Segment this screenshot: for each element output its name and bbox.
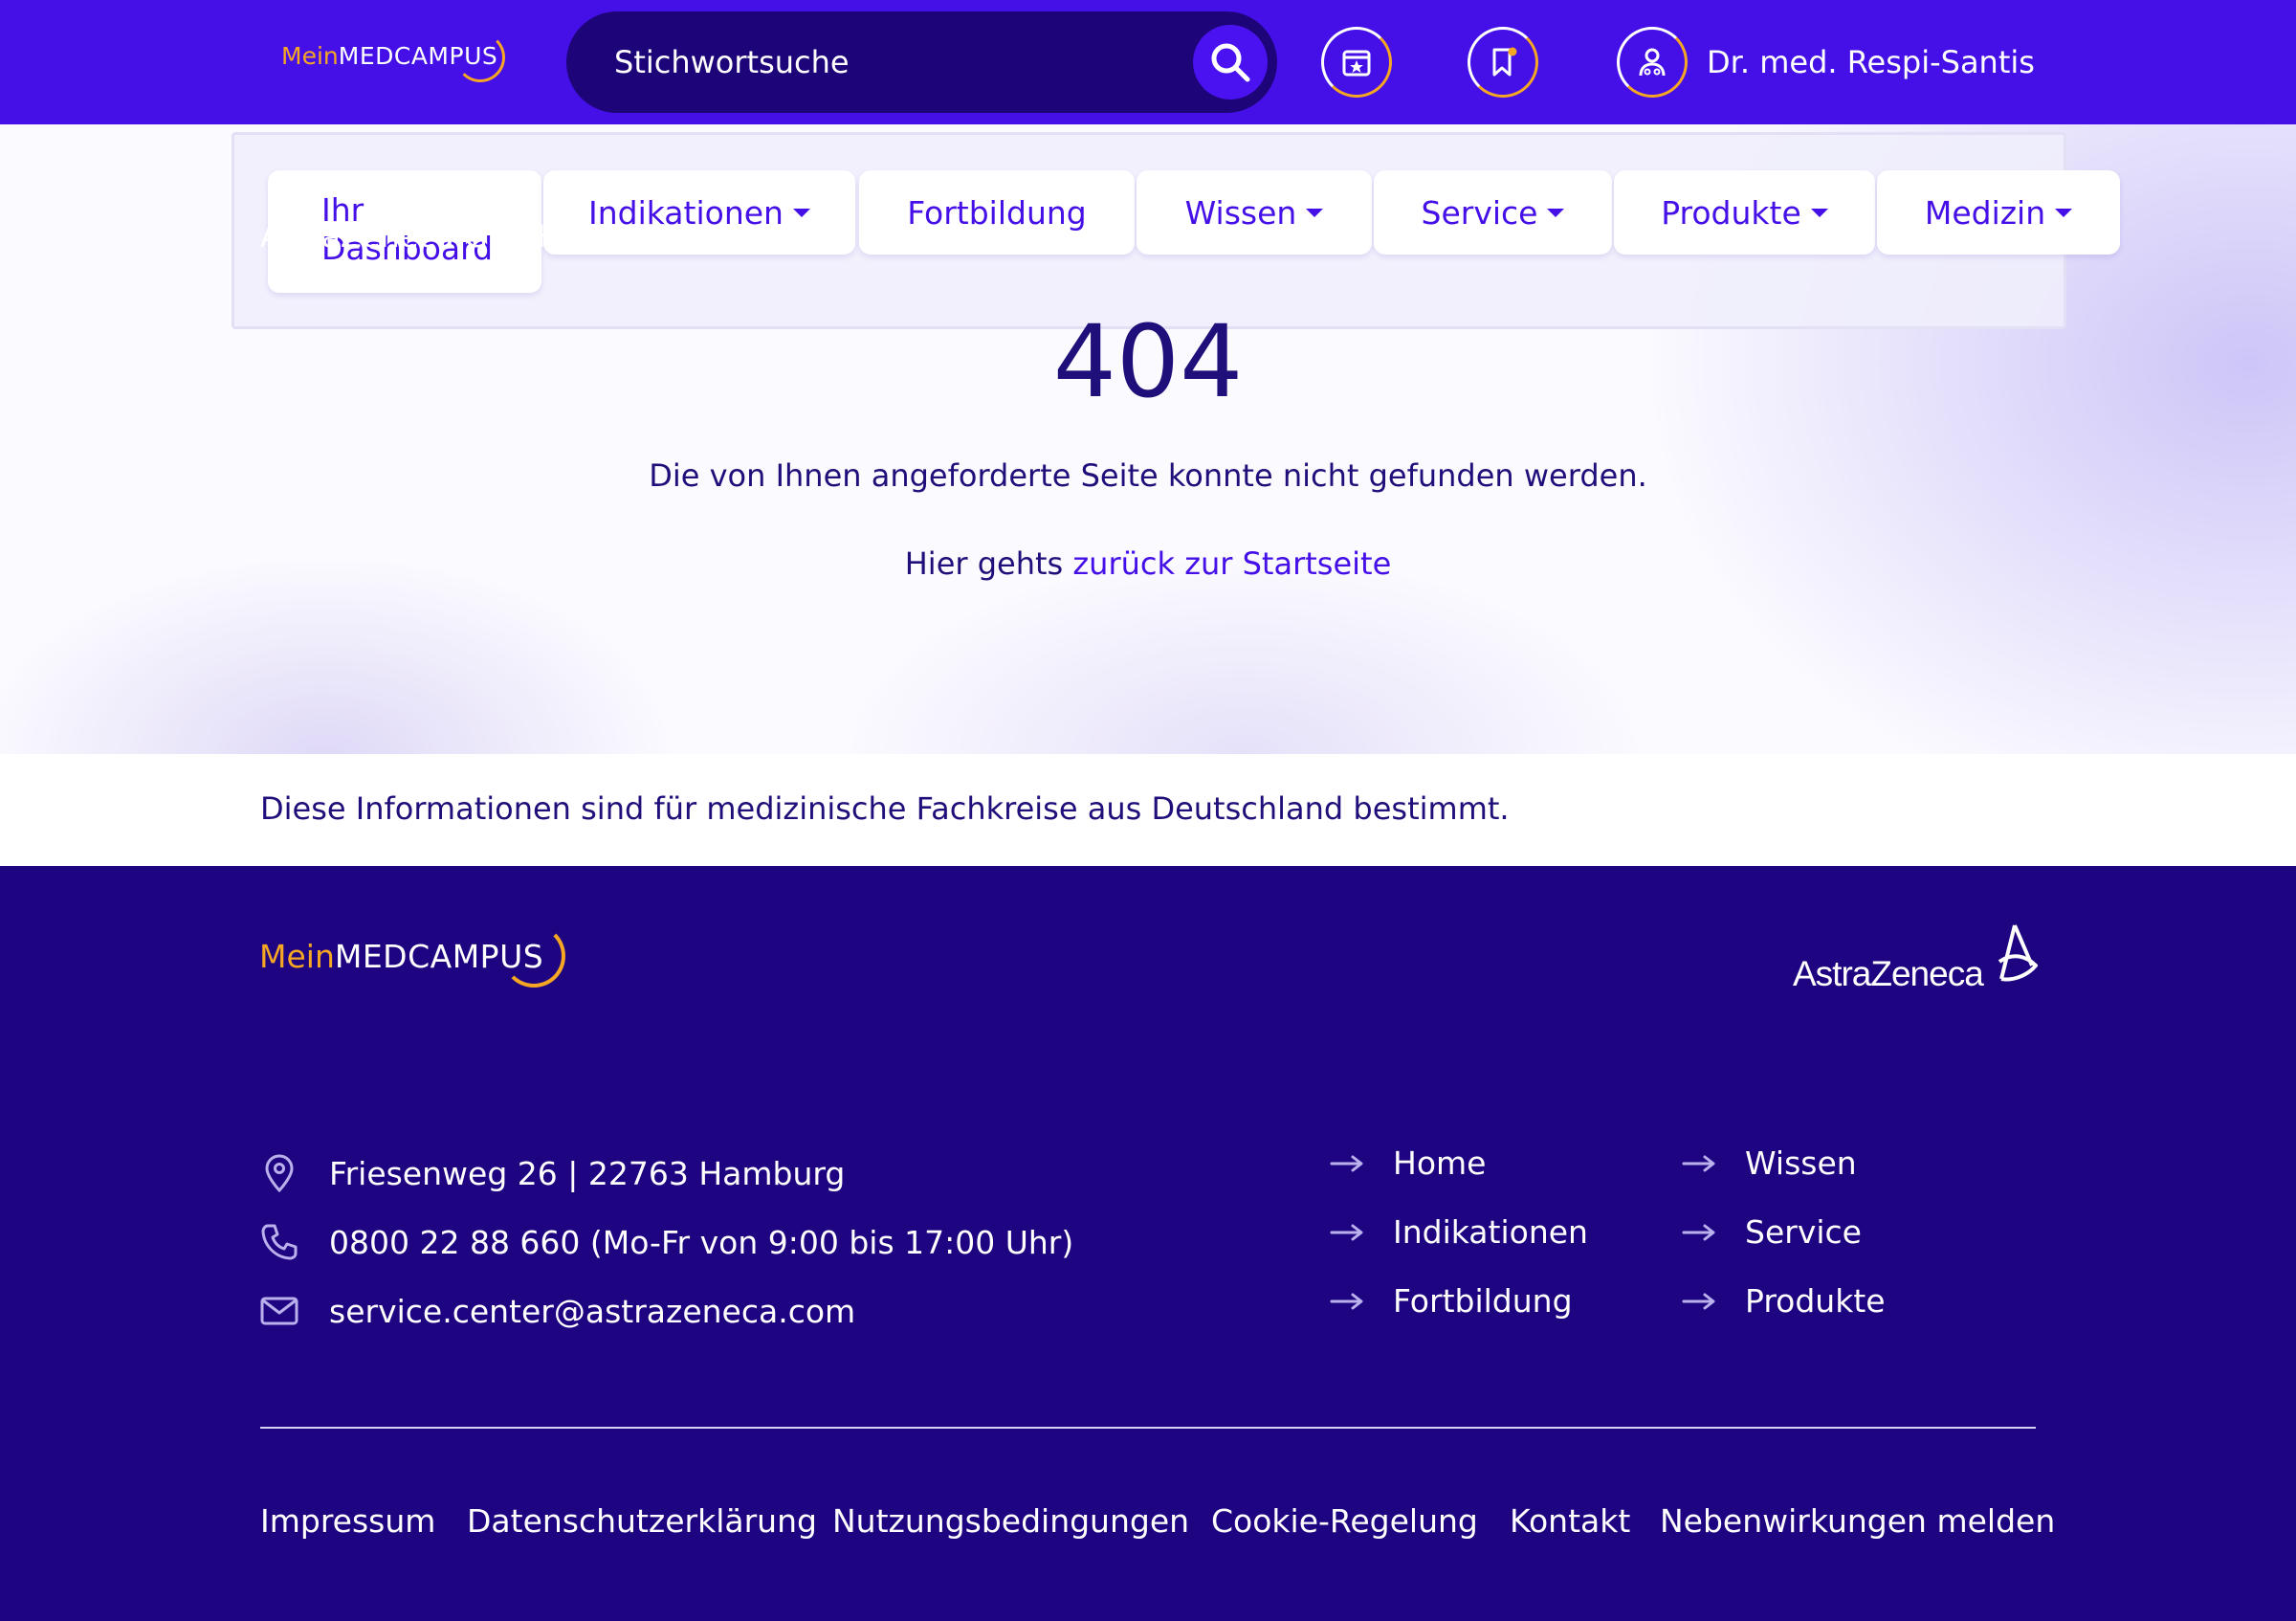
arrow-right-icon [1330, 1155, 1363, 1171]
phone-text: 0800 22 88 660 (Mo-Fr von 9:00 bis 17:00… [329, 1223, 1074, 1261]
caret-down-icon [2055, 208, 2073, 217]
footer-link-label: Home [1393, 1144, 1487, 1182]
arrow-right-icon [1682, 1224, 1715, 1240]
logo-arc [455, 33, 505, 82]
footer-logo[interactable]: Mein MEDCAMPUS [259, 924, 565, 988]
footer-link-label: Fortbildung [1393, 1282, 1573, 1320]
nav-item-label: Medizin [1924, 193, 2046, 232]
nav-item-label: Fortbildung [907, 193, 1087, 232]
arrow-right-icon [1682, 1293, 1715, 1309]
top-header: Mein MEDCAMPUS Stichwortsuche Dr. med. R… [0, 0, 2296, 124]
calendar-button[interactable] [1321, 27, 1392, 98]
logo-mein-text: Mein [259, 938, 335, 975]
arrow-right-icon [1682, 1155, 1715, 1171]
nav-item-label: Indikationen [588, 193, 784, 232]
user-avatar [1617, 27, 1688, 98]
header-logo[interactable]: Mein MEDCAMPUS [281, 33, 505, 82]
back-to-home-link[interactable]: zurück zur Startseite [1072, 545, 1391, 582]
legal-link-nebenwirkungen[interactable]: Nebenwirkungen melden [1660, 1502, 2055, 1540]
location-pin-icon [265, 1154, 294, 1192]
footer-link-produkte[interactable]: Produkte [1682, 1282, 1886, 1320]
arrow-right-icon [1330, 1293, 1363, 1309]
audience-notice: Diese Informationen sind für medizinisch… [0, 754, 2296, 866]
search-button[interactable] [1193, 25, 1268, 100]
logo-mein-text: Mein [281, 42, 339, 70]
footer-link-wissen[interactable]: Wissen [1682, 1144, 1857, 1182]
nav-item-label: Wissen [1184, 193, 1297, 232]
search-bar [566, 11, 1277, 113]
footer-link-fortbildung[interactable]: Fortbildung [1330, 1282, 1573, 1320]
footer-divider [260, 1427, 2036, 1429]
legal-link-cookie-regelung[interactable]: Cookie-Regelung [1211, 1502, 1478, 1540]
nav-item-indikationen[interactable]: Indikationen [543, 170, 855, 255]
audience-notice-text: Diese Informationen sind für medizinisch… [260, 790, 1510, 827]
caret-down-icon [1810, 208, 1828, 217]
astrazeneca-symbol-icon [1998, 924, 2038, 982]
legal-link-kontakt[interactable]: Kontakt [1510, 1502, 1630, 1540]
astrazeneca-logo-text: AstraZeneca [1793, 954, 1984, 993]
legal-link-nutzungsbedingungen[interactable]: Nutzungsbedingungen [832, 1502, 1189, 1540]
legal-link-impressum[interactable]: Impressum [260, 1502, 435, 1540]
footer-link-label: Indikationen [1393, 1213, 1588, 1251]
contact-address: Friesenweg 26 | 22763 Hamburg [260, 1154, 845, 1192]
astrazeneca-logo[interactable]: AstraZeneca [1793, 923, 2038, 1000]
search-input[interactable] [614, 11, 1169, 113]
footer-link-label: Wissen [1745, 1144, 1857, 1182]
mail-icon [260, 1297, 298, 1325]
company-name: AstraZeneca GmbH [260, 218, 561, 255]
contact-phone[interactable]: 0800 22 88 660 (Mo-Fr von 9:00 bis 17:00… [260, 1223, 1073, 1261]
nav-item-label: Produkte [1661, 193, 1801, 232]
nav-item-service[interactable]: Service [1374, 170, 1612, 255]
error-back-line: Hier gehts zurück zur Startseite [0, 545, 2296, 582]
nav-item-fortbildung[interactable]: Fortbildung [859, 170, 1135, 255]
phone-icon [261, 1224, 298, 1260]
footer-link-label: Produkte [1745, 1282, 1886, 1320]
back-prefix: Hier gehts [904, 545, 1073, 582]
footer-link-label: Service [1745, 1213, 1862, 1251]
footer-link-indikationen[interactable]: Indikationen [1330, 1213, 1588, 1251]
caret-down-icon [792, 208, 810, 217]
logo-arc [502, 924, 565, 988]
address-text: Friesenweg 26 | 22763 Hamburg [329, 1154, 846, 1192]
footer-link-service[interactable]: Service [1682, 1213, 1862, 1251]
nav-item-medizin[interactable]: Medizin [1877, 170, 2120, 255]
nav-item-produkte[interactable]: Produkte [1614, 170, 1875, 255]
email-text: service.center@astrazeneca.com [329, 1292, 856, 1330]
user-menu[interactable]: Dr. med. Respi-Santis [1617, 27, 2035, 98]
caret-down-icon [1306, 208, 1324, 217]
footer-link-home[interactable]: Home [1330, 1144, 1486, 1182]
contact-email[interactable]: service.center@astrazeneca.com [260, 1292, 855, 1330]
nav-item-wissen[interactable]: Wissen [1137, 170, 1372, 255]
error-code: 404 [1052, 303, 1244, 420]
search-icon [1211, 43, 1250, 82]
legal-link-datenschutz[interactable]: Datenschutzerklärung [467, 1502, 817, 1540]
error-message: Die von Ihnen angeforderte Seite konnte … [649, 457, 1647, 494]
arrow-right-icon [1330, 1224, 1363, 1240]
user-name: Dr. med. Respi-Santis [1707, 44, 2035, 80]
caret-down-icon [1547, 208, 1565, 217]
nav-item-label: Service [1421, 193, 1538, 232]
bookmarks-button[interactable] [1468, 27, 1538, 98]
